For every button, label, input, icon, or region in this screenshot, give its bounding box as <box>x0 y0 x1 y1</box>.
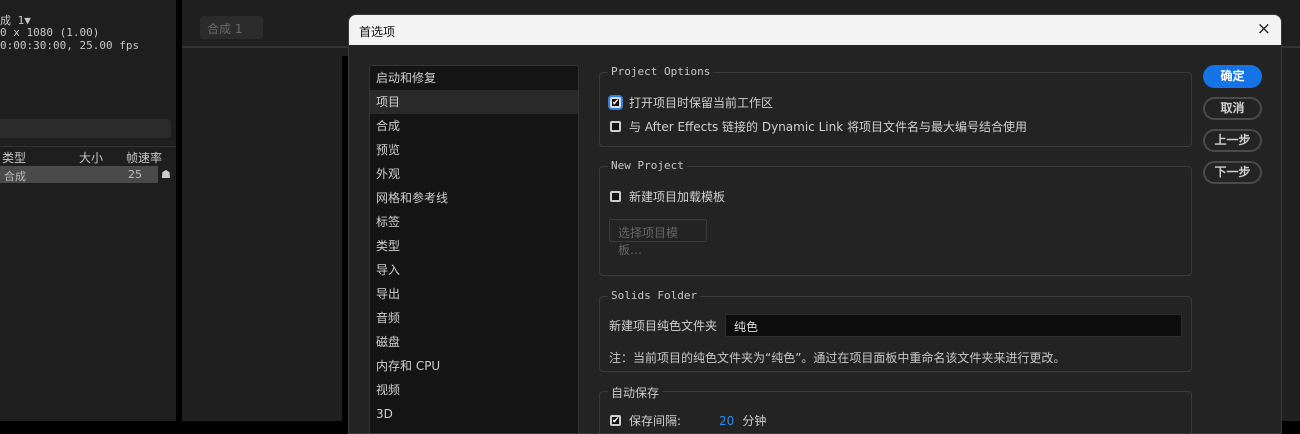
tab-comp-1[interactable]: 合成 1 <box>200 16 263 39</box>
search-input[interactable] <box>0 119 171 138</box>
group-label: 自动保存 <box>608 384 663 401</box>
category-item[interactable]: 内存和 CPU <box>370 354 578 378</box>
checkbox[interactable] <box>610 191 621 202</box>
category-item[interactable]: 网格和参考线 <box>370 186 578 210</box>
table-row[interactable]: 合成 25 <box>0 166 158 183</box>
row-fps: 25 <box>128 168 142 181</box>
group-new-project: New Project 新建项目加载模板 选择项目模板… <box>599 159 1192 276</box>
category-item[interactable]: 3D <box>370 402 578 426</box>
option-keep-workspace[interactable]: ✔ 打开项目时保留当前工作区 <box>610 94 773 111</box>
solids-folder-input[interactable]: 纯色 <box>725 314 1182 337</box>
checkbox[interactable] <box>610 121 621 132</box>
group-autosave: 自动保存 ✔ 保存间隔: 20 分钟 <box>599 384 1192 433</box>
option-load-template[interactable]: 新建项目加载模板 <box>610 188 725 205</box>
category-item[interactable]: 导入 <box>370 258 578 282</box>
group-label: Solids Folder <box>608 289 701 302</box>
category-item[interactable]: 音频 <box>370 306 578 330</box>
field-label: 新建项目纯色文件夹 <box>609 319 718 333</box>
choose-template-button[interactable]: 选择项目模板… <box>609 219 707 257</box>
option-label: 打开项目时保留当前工作区 <box>629 96 774 110</box>
next-button[interactable]: 下一步 <box>1203 161 1262 184</box>
flowchart-icon[interactable]: ☗ <box>161 168 171 181</box>
category-item[interactable]: 合成 <box>370 114 578 138</box>
note-text: 注：当前项目的纯色文件夹为“纯色”。通过在项目面板中重命名该文件夹来进行更改。 <box>609 351 1066 365</box>
comp-resolution: 0 x 1080 (1.00) <box>0 26 100 39</box>
category-item[interactable]: 预览 <box>370 138 578 162</box>
col-type[interactable]: 类型 <box>2 149 26 166</box>
preferences-dialog: 首选项 × 启动和修复 项目 合成 预览 外观 网格和参考线 标签 类型 导入 导出 音频 磁盘 内存和… <box>348 14 1282 434</box>
dialog-title: 首选项 <box>359 25 396 39</box>
option-label: 新建项目加载模板 <box>629 190 726 204</box>
column-headers: 类型 大小 帧速率 <box>0 146 176 165</box>
category-item[interactable]: 视频 <box>370 378 578 402</box>
category-item[interactable]: 项目 <box>370 90 578 114</box>
group-label: New Project <box>608 159 687 172</box>
category-item[interactable]: 标签 <box>370 210 578 234</box>
project-panel: 成 1▼ 0 x 1080 (1.00) 0:00:30:00, 25.00 f… <box>0 0 176 421</box>
category-list: 启动和修复 项目 合成 预览 外观 网格和参考线 标签 类型 导入 导出 音频 磁盘 内存和 CPU 视频… <box>369 65 579 433</box>
checkbox-checked[interactable]: ✔ <box>610 97 621 108</box>
comp-duration: 0:00:30:00, 25.00 fps <box>0 39 140 52</box>
col-size[interactable]: 大小 <box>79 149 103 166</box>
row-type: 合成 <box>4 170 26 183</box>
col-fps[interactable]: 帧速率 <box>126 149 162 166</box>
category-item[interactable]: 类型 <box>370 234 578 258</box>
group-label: Project Options <box>608 65 714 78</box>
category-item[interactable]: 启动和修复 <box>370 66 578 90</box>
group-solids-folder: Solids Folder 新建项目纯色文件夹 纯色 注：当前项目的纯色文件夹为… <box>599 289 1192 372</box>
ok-button[interactable]: 确定 <box>1203 65 1262 88</box>
previous-button[interactable]: 上一步 <box>1203 129 1262 152</box>
dialog-titlebar: 首选项 × <box>349 15 1281 45</box>
close-icon[interactable]: × <box>1257 19 1271 39</box>
category-item[interactable]: 外观 <box>370 162 578 186</box>
option-dynamic-link[interactable]: 与 After Effects 链接的 Dynamic Link 将项目文件名与… <box>610 118 1027 135</box>
group-project-options: Project Options ✔ 打开项目时保留当前工作区 与 After Ef… <box>599 65 1192 147</box>
option-label: 与 After Effects 链接的 Dynamic Link 将项目文件名与… <box>629 120 1027 134</box>
cancel-button[interactable]: 取消 <box>1203 97 1262 120</box>
category-item[interactable]: 磁盘 <box>370 330 578 354</box>
category-item[interactable]: 导出 <box>370 282 578 306</box>
